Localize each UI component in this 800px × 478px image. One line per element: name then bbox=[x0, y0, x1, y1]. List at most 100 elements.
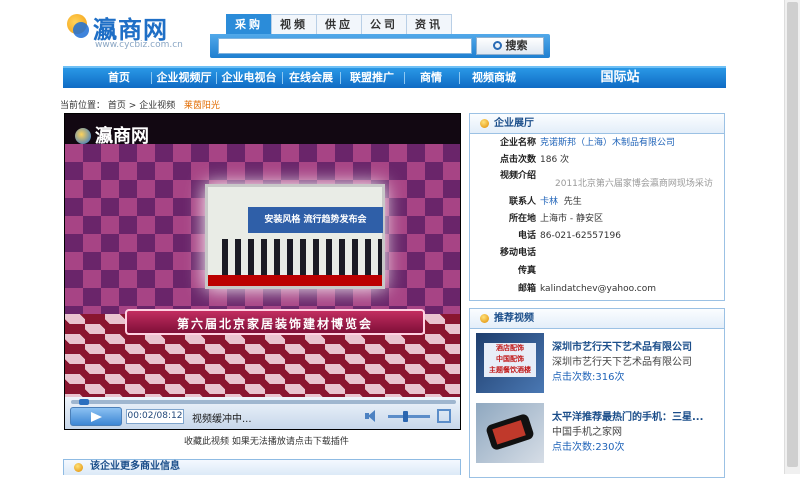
nav-divider bbox=[151, 72, 152, 84]
globe-icon bbox=[75, 128, 91, 144]
search-button-label: 搜索 bbox=[505, 39, 528, 52]
breadcrumb-current: 莱茵阳光 bbox=[183, 101, 220, 111]
search-input[interactable] bbox=[218, 38, 472, 54]
recommend-company: 深圳市艺行天下艺术品有限公司 bbox=[552, 357, 692, 368]
recommend-panel: 推荐视频 酒店配饰 中国配饰 主题餐饮酒楼 深圳市艺行天下艺术品有限公司 深圳市艺行… bbox=[469, 308, 725, 478]
video-scene-people bbox=[222, 239, 382, 279]
breadcrumb-section[interactable]: 企业视频 bbox=[139, 101, 175, 111]
location-label: 所在地 bbox=[508, 214, 536, 224]
buffer-status: 视频缓冲中... bbox=[192, 414, 252, 425]
video-scene-banner: 安装风格 流行趋势发布会 bbox=[248, 207, 383, 233]
company-row-mobile: 移动电话 bbox=[470, 246, 726, 260]
seek-bar[interactable] bbox=[71, 399, 456, 405]
contact-name-link[interactable]: 卡林 bbox=[540, 197, 558, 207]
recommend-title[interactable]: 深圳市艺行天下艺术品有限公司 bbox=[552, 338, 722, 353]
site-logo[interactable]: 瀛商网 www.cycbiz.com.cn bbox=[67, 10, 192, 50]
more-info-title: 该企业更多商业信息 bbox=[90, 461, 180, 472]
nav-item-home[interactable]: 首页 bbox=[93, 68, 145, 88]
breadcrumb: 当前位置： 首页 > 企业视频 莱茵阳光 bbox=[60, 98, 220, 111]
video-intro-text: 2011北京第六届家博会瀛商网现场采访 bbox=[555, 179, 713, 189]
contact-value: 卡林 先生 bbox=[540, 195, 582, 209]
search-tab-news[interactable]: 资讯 bbox=[406, 14, 452, 34]
phone-value: 86-021-62557196 bbox=[540, 231, 621, 241]
more-info-header: 该企业更多商业信息 bbox=[63, 459, 461, 475]
nav-item-online-expo[interactable]: 在线会展 bbox=[283, 68, 339, 88]
magnifier-icon bbox=[492, 41, 502, 50]
location-value: 上海市 - 静安区 bbox=[540, 214, 603, 224]
nav-item-international[interactable]: 国际站 bbox=[588, 68, 652, 88]
video-watermark: 瀛商网 bbox=[75, 122, 149, 148]
recommend-clicks: 点击次数:316次 bbox=[552, 372, 625, 383]
company-row-fax: 传真 bbox=[470, 264, 726, 278]
globe-icon-overlay bbox=[73, 22, 89, 38]
breadcrumb-prefix: 当前位置： bbox=[60, 101, 106, 111]
volume-icon[interactable] bbox=[365, 410, 379, 422]
play-button[interactable] bbox=[70, 407, 122, 426]
recommend-thumbnail[interactable]: 酒店配饰 中国配饰 主题餐饮酒楼 bbox=[476, 333, 544, 393]
search-tab-company[interactable]: 公司 bbox=[361, 14, 407, 34]
search-button[interactable]: 搜索 bbox=[476, 37, 544, 55]
nav-item-alliance-promo[interactable]: 联盟推广 bbox=[341, 68, 403, 88]
company-panel: 企业展厅 企业名称 克诺斯邦（上海）木制品有限公司 点击次数 186 次 视频介… bbox=[469, 113, 725, 301]
seek-handle[interactable] bbox=[78, 399, 89, 405]
video-scene-stage bbox=[208, 275, 382, 286]
email-value[interactable]: kalindatchev@yahoo.com bbox=[540, 282, 656, 296]
nav-item-company-tv[interactable]: 企业电视台 bbox=[217, 68, 281, 88]
video-player: 瀛商网 安装风格 流行趋势发布会 第六届北京家居装饰建材博览会 00:02/08… bbox=[64, 113, 461, 430]
email-label: 邮箱 bbox=[517, 284, 536, 294]
video-caption: 第六届北京家居装饰建材博览会 bbox=[125, 309, 425, 335]
mobile-label: 移动电话 bbox=[499, 248, 536, 258]
coin-icon bbox=[74, 463, 83, 472]
video-watermark-text: 瀛商网 bbox=[95, 126, 149, 147]
company-name-label: 企业名称 bbox=[499, 138, 536, 148]
volume-slider[interactable] bbox=[388, 411, 430, 422]
recommend-thumbnail-sign: 酒店配饰 中国配饰 主题餐饮酒楼 bbox=[484, 343, 536, 377]
breadcrumb-separator: > bbox=[128, 101, 137, 111]
company-panel-header: 企业展厅 bbox=[470, 114, 724, 134]
nav-item-video-mall[interactable]: 视频商城 bbox=[461, 68, 527, 88]
search-tab-video[interactable]: 视频 bbox=[271, 14, 317, 34]
time-display: 00:02/08:12 bbox=[126, 409, 184, 424]
fullscreen-icon[interactable] bbox=[437, 409, 451, 423]
clicks-label: 点击次数 bbox=[499, 155, 536, 165]
video-note[interactable]: 收藏此视频 如果无法播放请点击下载插件 bbox=[184, 434, 349, 447]
scrollbar-thumb[interactable] bbox=[787, 2, 798, 467]
recommend-title[interactable]: 太平洋推荐最热门的手机：三星... bbox=[552, 408, 722, 423]
recommend-company: 中国手机之家网 bbox=[552, 427, 622, 438]
company-name-link[interactable]: 克诺斯邦（上海）木制品有限公司 bbox=[540, 136, 675, 150]
fax-label: 传真 bbox=[517, 266, 536, 276]
vertical-scrollbar[interactable] bbox=[784, 0, 800, 474]
search-box: 采购 视频 供应 公司 资讯 搜索 bbox=[210, 14, 550, 58]
recommend-clicks: 点击次数:230次 bbox=[552, 442, 625, 453]
nav-item-business-news[interactable]: 商情 bbox=[405, 68, 457, 88]
contact-label: 联系人 bbox=[508, 197, 536, 207]
nav-divider bbox=[459, 72, 460, 84]
company-row-contact: 联系人 卡林 先生 bbox=[470, 195, 726, 209]
search-tab-purchase[interactable]: 采购 bbox=[226, 14, 272, 34]
search-tab-supply[interactable]: 供应 bbox=[316, 14, 362, 34]
company-row-phone: 电话 86-021-62557196 bbox=[470, 229, 726, 243]
volume-handle[interactable] bbox=[402, 411, 408, 422]
coin-icon bbox=[480, 314, 489, 323]
video-scene-frame: 安装风格 流行趋势发布会 bbox=[205, 184, 385, 289]
video-controls: 00:02/08:12 视频缓冲中... bbox=[65, 397, 460, 429]
video-screen[interactable]: 瀛商网 安装风格 流行趋势发布会 第六届北京家居装饰建材博览会 bbox=[65, 114, 460, 397]
company-row-name: 企业名称 克诺斯邦（上海）木制品有限公司 bbox=[470, 136, 726, 150]
recommend-thumbnail[interactable] bbox=[476, 403, 544, 463]
company-panel-title: 企业展厅 bbox=[494, 118, 534, 129]
recommend-panel-title: 推荐视频 bbox=[494, 313, 534, 324]
phone-image bbox=[485, 412, 535, 452]
clicks-value: 186 次 bbox=[540, 155, 570, 165]
company-row-intro-text: 2011北京第六届家博会瀛商网现场采访 bbox=[470, 177, 726, 191]
logo-domain: www.cycbiz.com.cn bbox=[95, 40, 183, 50]
recommend-item[interactable]: 酒店配饰 中国配饰 主题餐饮酒楼 深圳市艺行天下艺术品有限公司 深圳市艺行天下艺术品… bbox=[476, 333, 720, 399]
company-row-location: 所在地 上海市 - 静安区 bbox=[470, 212, 726, 226]
search-bar: 搜索 bbox=[210, 34, 550, 58]
phone-label: 电话 bbox=[517, 231, 536, 241]
nav-item-company-video-hall[interactable]: 企业视频厅 bbox=[153, 68, 215, 88]
breadcrumb-home[interactable]: 首页 bbox=[108, 101, 126, 111]
coin-icon bbox=[480, 119, 489, 128]
company-row-email: 邮箱 kalindatchev@yahoo.com bbox=[470, 282, 726, 296]
main-nav: 首页 企业视频厅 企业电视台 在线会展 联盟推广 商情 视频商城 国际站 bbox=[63, 66, 726, 88]
recommend-item[interactable]: 太平洋推荐最热门的手机：三星... 中国手机之家网 点击次数:230次 bbox=[476, 403, 720, 469]
